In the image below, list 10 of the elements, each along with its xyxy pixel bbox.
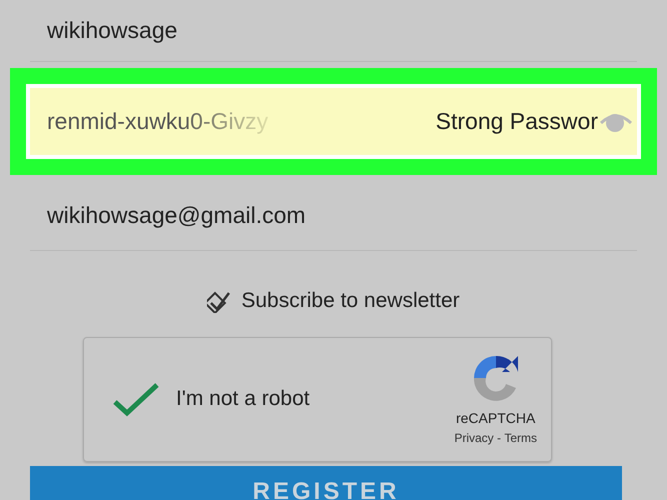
newsletter-label: Subscribe to newsletter <box>241 288 460 314</box>
email-field[interactable]: wikihowsage@gmail.com <box>30 181 637 251</box>
recaptcha-label: reCAPTCHA <box>456 408 536 428</box>
captcha-label: I'm not a robot <box>176 386 311 412</box>
recaptcha-link[interactable]: Terms <box>504 428 537 446</box>
separator-text: - <box>496 430 502 446</box>
strong-password-hint: Strong Passwor <box>436 107 598 136</box>
recaptcha-link[interactable]: Privacy <box>454 428 494 446</box>
captcha-checkmark[interactable] <box>112 380 160 418</box>
username-field[interactable]: wikihowsage <box>30 0 637 62</box>
